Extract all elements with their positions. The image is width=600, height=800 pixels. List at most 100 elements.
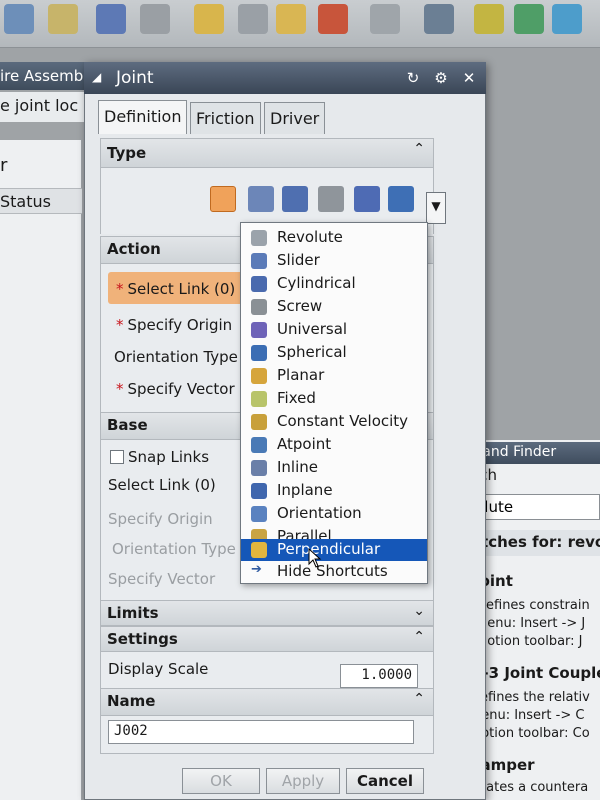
- hide-shortcuts-icon: ➔: [251, 562, 262, 577]
- result-line: Motion toolbar: J: [476, 634, 583, 649]
- dropdown-item-constant-velocity[interactable]: Constant Velocity: [241, 411, 427, 433]
- view-icon[interactable]: [4, 4, 34, 34]
- cylindrical-icon: [251, 276, 267, 292]
- screw-icon: [251, 299, 267, 315]
- settings-section-header[interactable]: Settings ⌃: [100, 626, 434, 652]
- mouse-cursor-icon: [308, 548, 322, 568]
- name-section-header[interactable]: Name ⌃: [100, 688, 434, 716]
- planar-icon: [251, 368, 267, 384]
- bg-status-column-header[interactable]: Status: [0, 188, 82, 214]
- dropdown-item-slider[interactable]: Slider: [241, 250, 427, 272]
- apply-button[interactable]: Apply: [266, 768, 340, 794]
- dropdown-item-planar[interactable]: Planar: [241, 365, 427, 387]
- type-dropdown-button[interactable]: ▼: [426, 192, 446, 224]
- settings-section-title: Settings: [107, 630, 178, 648]
- base-specify-origin-label: Specify Origin: [108, 510, 213, 528]
- animation-icon[interactable]: [514, 4, 544, 34]
- base-select-link-label[interactable]: Select Link (0): [108, 476, 216, 494]
- sketch-icon[interactable]: [48, 4, 78, 34]
- type-section-title: Type: [107, 144, 147, 162]
- graph-icon[interactable]: [424, 4, 454, 34]
- specify-origin-label[interactable]: * Specify Origin: [116, 316, 232, 334]
- snap-links-label: Snap Links: [128, 448, 210, 466]
- gear-icon[interactable]: [370, 4, 400, 34]
- tab-definition[interactable]: Definition: [98, 100, 188, 134]
- tab-driver[interactable]: Driver: [264, 102, 326, 134]
- add-icon[interactable]: [140, 4, 170, 34]
- constraint-icon[interactable]: [96, 4, 126, 34]
- dropdown-item-screw[interactable]: Screw: [241, 296, 427, 318]
- snap-links-checkbox[interactable]: [110, 450, 124, 464]
- orientation-icon: [251, 506, 267, 522]
- chevron-down-icon[interactable]: ⌄: [413, 603, 425, 619]
- orientation-type-label[interactable]: Orientation Type: [114, 348, 238, 366]
- dropdown-item-fixed[interactable]: Fixed: [241, 388, 427, 410]
- type-section-header[interactable]: Type ⌃: [100, 138, 434, 168]
- limits-section-title: Limits: [107, 604, 159, 622]
- slider-icon: [251, 253, 267, 269]
- result-line: Menu: Insert -> C: [470, 708, 585, 723]
- top-toolbar: [0, 0, 600, 48]
- bg-cue-line: e joint loc: [0, 92, 92, 122]
- dropdown-item-universal[interactable]: Universal: [241, 319, 427, 341]
- display-scale-input[interactable]: 1.0000: [340, 664, 418, 688]
- limits-section-header[interactable]: Limits ⌄: [100, 600, 434, 626]
- result-line: Defines the relativ: [470, 690, 590, 705]
- box-icon[interactable]: [318, 4, 348, 34]
- result-line: Motion toolbar: Co: [470, 726, 590, 741]
- chevron-up-icon[interactable]: ⌃: [413, 629, 425, 645]
- solver-icon[interactable]: [474, 4, 504, 34]
- chevron-up-icon[interactable]: ⌃: [413, 691, 425, 707]
- dropdown-item-revolute[interactable]: Revolute: [241, 227, 427, 249]
- spherical-icon: [251, 345, 267, 361]
- dropdown-item-spherical[interactable]: Spherical: [241, 342, 427, 364]
- slider-type-icon[interactable]: [248, 186, 274, 212]
- pin-icon[interactable]: ◢: [92, 70, 106, 84]
- base-orientation-type-label: Orientation Type: [112, 540, 236, 558]
- base-specify-vector-label: Specify Vector: [108, 570, 216, 588]
- result-title[interactable]: 2-3 Joint Couple: [472, 664, 600, 682]
- chevron-up-icon[interactable]: ⌃: [413, 141, 425, 157]
- universal-type-icon[interactable]: [354, 186, 380, 212]
- name-input[interactable]: J002: [108, 720, 414, 744]
- spherical-type-icon[interactable]: [388, 186, 414, 212]
- inline-icon: [251, 460, 267, 476]
- bg-panel-letter: r: [0, 155, 8, 176]
- name-section-title: Name: [107, 692, 156, 710]
- link-icon[interactable]: [194, 4, 224, 34]
- base-section-title: Base: [107, 416, 148, 434]
- bg-navigator-panel: [0, 140, 82, 800]
- dropdown-item-cylindrical[interactable]: Cylindrical: [241, 273, 427, 295]
- cancel-button[interactable]: Cancel: [346, 768, 424, 794]
- specify-vector-label[interactable]: * Specify Vector: [116, 380, 235, 398]
- fixed-icon: [251, 391, 267, 407]
- dialog-title: Joint: [116, 68, 154, 88]
- close-icon[interactable]: ✕: [458, 68, 480, 88]
- dropdown-item-atpoint[interactable]: Atpoint: [241, 434, 427, 456]
- revolute-type-icon[interactable]: [210, 186, 236, 212]
- atpoint-icon: [251, 437, 267, 453]
- perpendicular-icon: [251, 542, 267, 558]
- result-line: Defines constrain: [476, 598, 590, 613]
- tab-friction[interactable]: Friction: [190, 102, 261, 134]
- joint-dialog-titlebar[interactable]: ◢ Joint ↻ ⚙ ✕: [84, 62, 486, 94]
- reset-icon[interactable]: ↻: [402, 68, 424, 88]
- joint-icon[interactable]: [276, 4, 306, 34]
- display-scale-label: Display Scale: [108, 660, 209, 678]
- result-line: Menu: Insert -> J: [476, 616, 586, 631]
- screw-type-icon[interactable]: [318, 186, 344, 212]
- universal-icon: [251, 322, 267, 338]
- dropdown-item-hide-shortcuts[interactable]: ➔ Hide Shortcuts: [241, 561, 427, 583]
- dropdown-item-inline[interactable]: Inline: [241, 457, 427, 479]
- select-link-label[interactable]: * Select Link (0): [116, 280, 235, 298]
- dropdown-item-inplane[interactable]: Inplane: [241, 480, 427, 502]
- ok-button[interactable]: OK: [182, 768, 260, 794]
- calculator-icon[interactable]: [552, 4, 582, 34]
- dropdown-item-orientation[interactable]: Orientation: [241, 503, 427, 525]
- gear-icon[interactable]: ⚙: [430, 68, 452, 88]
- dropdown-item-perpendicular[interactable]: Perpendicular: [241, 539, 427, 561]
- cylindrical-type-icon[interactable]: [282, 186, 308, 212]
- joint-type-dropdown: Revolute Slider Cylindrical Screw Univer…: [240, 222, 428, 584]
- pencil-icon[interactable]: [238, 4, 268, 34]
- constant-velocity-icon: [251, 414, 267, 430]
